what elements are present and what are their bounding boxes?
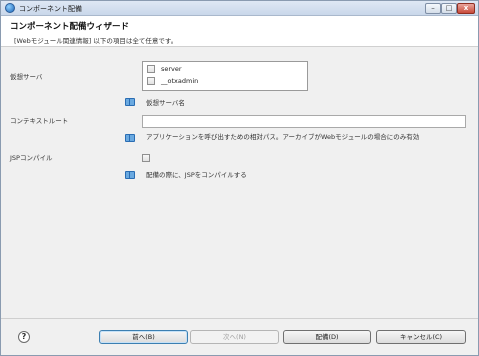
cancel-button[interactable]: キャンセル(C) <box>376 330 466 344</box>
context-root-input[interactable] <box>142 115 466 128</box>
minimize-button[interactable]: – <box>425 3 441 14</box>
app-icon <box>5 3 15 13</box>
book-icon <box>125 171 135 179</box>
virtual-server-hint: 仮想サーバ名 <box>146 99 185 107</box>
close-button[interactable]: x <box>457 3 475 14</box>
otxadmin-checkbox[interactable] <box>147 77 155 85</box>
list-item-label: __otxadmin <box>161 77 199 85</box>
page-description: [Webモジュール関連情報] 以下の項目は全て任意です。 <box>14 37 178 45</box>
next-button[interactable]: 次へ(N) <box>190 330 279 344</box>
jsp-compile-hint: 配備の際に、JSPをコンパイルする <box>146 171 247 179</box>
jsp-compile-checkbox[interactable] <box>142 154 150 162</box>
footer-divider <box>1 318 478 319</box>
wizard-window: コンポーネント配備 – □ x コンポーネント配備ウィザード [Webモジュール… <box>0 0 479 356</box>
virtual-server-list[interactable]: server __otxadmin <box>142 61 308 91</box>
jsp-compile-label: JSPコンパイル <box>10 154 53 162</box>
maximize-button[interactable]: □ <box>441 3 457 14</box>
wizard-header: コンポーネント配備ウィザード [Webモジュール関連情報] 以下の項目は全て任意… <box>1 16 478 47</box>
book-icon <box>125 134 135 142</box>
help-icon[interactable]: ? <box>18 331 30 343</box>
list-item-label: server <box>161 65 182 73</box>
server-checkbox[interactable] <box>147 65 155 73</box>
book-icon <box>125 98 135 106</box>
window-title: コンポーネント配備 <box>19 5 82 13</box>
back-button[interactable]: 前へ(B) <box>99 330 188 344</box>
virtual-server-label: 仮想サーバ <box>10 73 43 81</box>
deploy-button[interactable]: 配備(D) <box>283 330 371 344</box>
context-root-hint: アプリケーションを呼び出すための相対パス。アーカイブがWebモジュールの場合にの… <box>146 133 420 141</box>
context-root-label: コンテキストルート <box>10 117 69 125</box>
page-title: コンポーネント配備ウィザード <box>10 22 130 32</box>
title-bar: コンポーネント配備 – □ x <box>1 1 478 16</box>
